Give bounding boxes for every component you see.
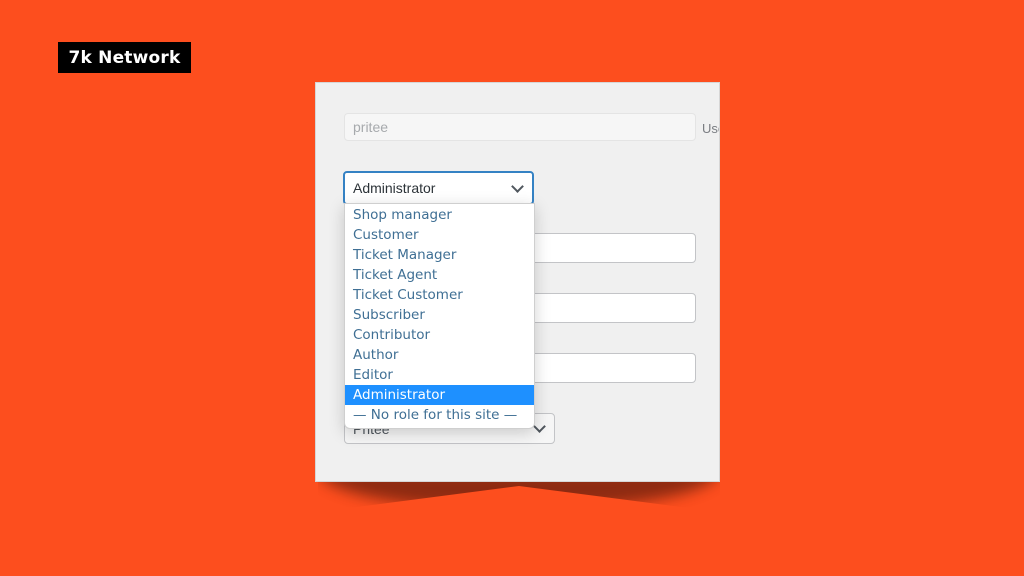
role-option-subscriber[interactable]: Subscriber: [345, 305, 534, 325]
role-option-contributor[interactable]: Contributor: [345, 325, 534, 345]
role-option-ticket-manager[interactable]: Ticket Manager: [345, 245, 534, 265]
role-option-shop-manager[interactable]: Shop manager: [345, 205, 534, 225]
role-option-ticket-customer[interactable]: Ticket Customer: [345, 285, 534, 305]
role-select[interactable]: Administrator: [343, 171, 534, 205]
brand-logo: 7k Network: [58, 42, 191, 73]
role-option-editor[interactable]: Editor: [345, 365, 534, 385]
role-option-author[interactable]: Author: [345, 345, 534, 365]
role-dropdown-list: Shop manager Customer Ticket Manager Tic…: [344, 203, 535, 429]
role-option-administrator[interactable]: Administrator: [345, 385, 534, 405]
role-option-ticket-agent[interactable]: Ticket Agent: [345, 265, 534, 285]
username-field[interactable]: pritee: [344, 113, 696, 141]
role-option-no-role[interactable]: — No role for this site —: [345, 405, 534, 425]
role-select-value: Administrator: [353, 180, 436, 196]
chevron-down-icon: [511, 180, 524, 193]
role-option-customer[interactable]: Customer: [345, 225, 534, 245]
chevron-down-icon: [533, 420, 546, 433]
username-hint: Use: [702, 121, 719, 136]
